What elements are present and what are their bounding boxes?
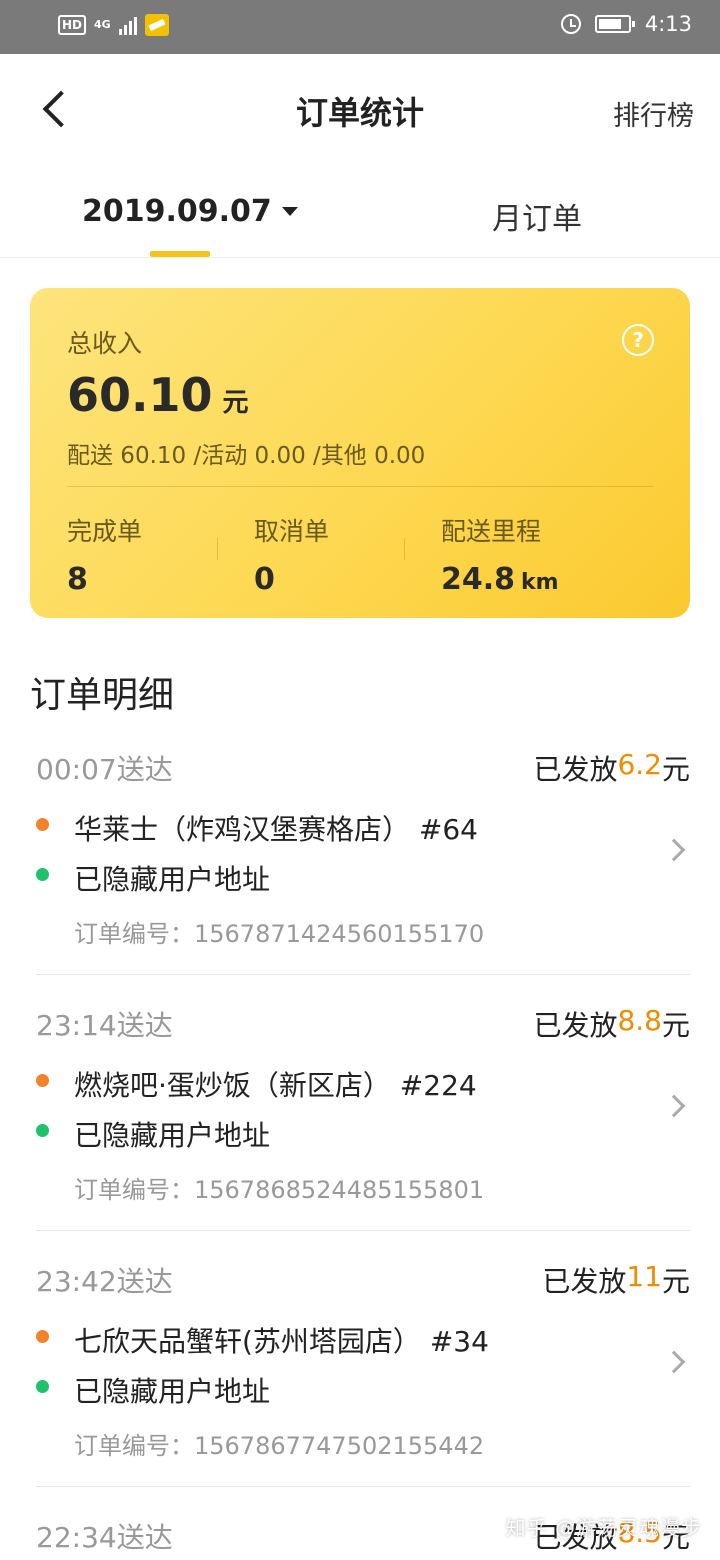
stat-value: 0 <box>254 562 275 597</box>
paid-amount: 8.8 <box>617 1004 662 1037</box>
address-dot-icon <box>36 868 49 881</box>
tab-monthly-orders[interactable]: 月订单 <box>492 194 582 238</box>
watermark: 知乎 @游荡灵魂漫步 <box>505 1516 702 1540</box>
paid-prefix: 已发放 <box>542 1265 627 1298</box>
paid-currency: 元 <box>661 1009 690 1042</box>
total-income-value: 60.10 <box>67 368 213 422</box>
alarm-icon <box>560 14 581 34</box>
paid-prefix: 已发放 <box>533 1009 618 1042</box>
chevron-right-icon <box>662 1350 686 1374</box>
address-dot-icon <box>36 1124 49 1137</box>
order-delivered-time: 22:34送达 <box>36 1521 173 1554</box>
income-summary-card: 总收入 ? 60.10 元 配送 60.10 /活动 0.00 /其他 0.00… <box>30 288 690 618</box>
order-shop: 七欣天品蟹轩(苏州塔园店） #34 <box>74 1325 489 1358</box>
paid-amount: 6.2 <box>617 748 662 781</box>
order-item[interactable]: 00:07送达 已发放 6.2 元 华莱士（炸鸡汉堡赛格店） #64 已隐藏用户地址… <box>0 738 720 994</box>
ranking-button[interactable]: 排行榜 <box>613 94 694 133</box>
income-breakdown: 配送 60.10 /活动 0.00 /其他 0.00 <box>67 443 426 469</box>
order-paid: 已发放 8.8 元 <box>533 1004 690 1044</box>
notification-app-icon <box>144 14 169 36</box>
stat-divider <box>217 538 218 560</box>
order-divider <box>36 1230 690 1231</box>
stat-label: 完成单 <box>67 517 143 546</box>
caret-down-icon <box>281 207 298 216</box>
nav-bar: 订单统计 排行榜 <box>0 54 720 164</box>
battery-icon <box>594 15 635 33</box>
chevron-right-icon <box>662 838 686 862</box>
order-delivered-time: 23:42送达 <box>36 1265 173 1298</box>
order-address: 已隐藏用户地址 <box>74 1119 271 1152</box>
stat-distance: 配送里程 24.8 km <box>441 512 559 597</box>
paid-amount: 11 <box>626 1260 662 1293</box>
order-divider <box>36 974 690 975</box>
status-time: 4:13 <box>644 12 692 36</box>
order-paid: 已发放 6.2 元 <box>533 748 690 788</box>
paid-currency: 元 <box>661 753 690 786</box>
order-number: 订单编号：1567871424560155170 <box>74 920 485 948</box>
order-paid: 已发放 11 元 <box>542 1260 690 1300</box>
chevron-right-icon <box>662 1094 686 1118</box>
order-shop: 华莱士（炸鸡汉堡赛格店） #64 <box>74 813 478 846</box>
total-income: 60.10 元 <box>67 368 249 422</box>
paid-prefix: 已发放 <box>533 753 618 786</box>
address-dot-icon <box>36 1380 49 1393</box>
order-delivered-time: 00:07送达 <box>36 753 173 786</box>
stat-value-row: 0 <box>254 562 329 597</box>
stat-value-row: 8 <box>67 562 142 597</box>
stat-value: 8 <box>67 562 88 597</box>
tab-date-picker[interactable]: 2019.09.07 <box>82 194 298 229</box>
help-icon[interactable]: ? <box>622 324 654 356</box>
paid-currency: 元 <box>661 1265 690 1298</box>
shop-dot-icon <box>36 818 49 831</box>
card-divider <box>67 486 653 487</box>
stat-cancelled: 取消单 0 <box>254 512 329 597</box>
order-item[interactable]: 23:42送达 已发放 11 元 七欣天品蟹轩(苏州塔园店） #34 已隐藏用户地址… <box>0 1250 720 1506</box>
stat-completed: 完成单 8 <box>67 512 142 597</box>
total-income-unit: 元 <box>222 388 249 418</box>
status-left: HD 4G <box>58 14 169 36</box>
status-bar: HD 4G 4:13 <box>0 0 720 54</box>
status-right: 4:13 <box>560 12 692 36</box>
order-number: 订单编号：1567868524485155801 <box>74 1176 485 1204</box>
order-address: 已隐藏用户地址 <box>74 863 271 896</box>
page-title: 订单统计 <box>295 94 424 132</box>
network-type: 4G <box>94 18 111 31</box>
tab-date-label: 2019.09.07 <box>82 194 272 229</box>
order-detail-title: 订单明细 <box>30 675 175 716</box>
order-divider <box>36 1486 690 1487</box>
total-income-label: 总收入 <box>67 329 143 358</box>
stat-divider <box>404 538 405 560</box>
hd-badge: HD <box>58 15 87 35</box>
stat-unit: km <box>521 570 559 595</box>
order-delivered-time: 23:14送达 <box>36 1009 173 1042</box>
order-number: 订单编号：1567867747502155442 <box>74 1432 485 1460</box>
signal-icon <box>118 15 137 35</box>
order-shop: 燃烧吧·蛋炒饭（新区店） #224 <box>74 1069 477 1102</box>
stat-value-row: 24.8 km <box>441 562 559 597</box>
stat-value: 24.8 <box>441 562 516 597</box>
order-address: 已隐藏用户地址 <box>74 1375 271 1408</box>
stat-label: 配送里程 <box>441 517 542 546</box>
shop-dot-icon <box>36 1330 49 1343</box>
stat-label: 取消单 <box>254 517 330 546</box>
shop-dot-icon <box>36 1074 49 1087</box>
order-item[interactable]: 23:14送达 已发放 8.8 元 燃烧吧·蛋炒饭（新区店） #224 已隐藏用户地… <box>0 994 720 1250</box>
tab-active-indicator <box>150 251 210 257</box>
tab-bar: 2019.09.07 月订单 <box>0 164 720 258</box>
